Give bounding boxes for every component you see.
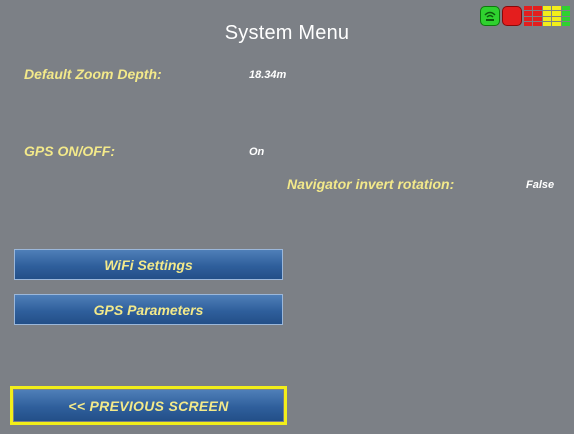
signal-level-icon	[524, 6, 571, 26]
navigator-invert-rotation-value[interactable]: False	[526, 179, 554, 191]
wifi-status-icon	[480, 6, 500, 26]
gps-on-off-label: GPS ON/OFF:	[24, 143, 115, 159]
default-zoom-depth-label: Default Zoom Depth:	[24, 66, 162, 82]
system-menu-screen: System Menu Default Zoom Depth: 18.34m G…	[0, 0, 574, 434]
status-indicators	[480, 6, 572, 28]
gps-on-off-value[interactable]: On	[249, 146, 264, 158]
record-status-icon	[502, 6, 522, 26]
default-zoom-depth-value[interactable]: 18.34m	[249, 69, 286, 81]
wifi-settings-button[interactable]: WiFi Settings	[14, 249, 283, 280]
navigator-invert-rotation-label: Navigator invert rotation:	[287, 176, 455, 192]
gps-parameters-button[interactable]: GPS Parameters	[14, 294, 283, 325]
previous-screen-button[interactable]: << PREVIOUS SCREEN	[14, 390, 283, 421]
